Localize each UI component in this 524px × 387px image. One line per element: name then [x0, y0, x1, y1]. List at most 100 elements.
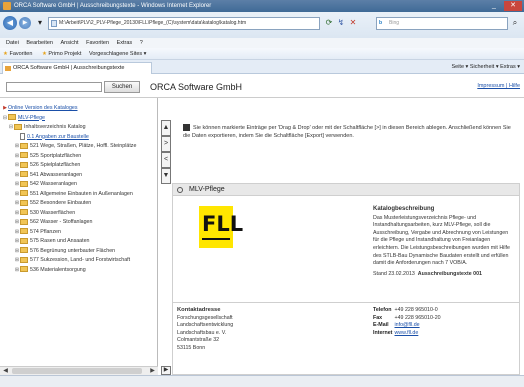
folder-icon: [20, 142, 28, 149]
tree-node[interactable]: ⊞ 526 Spielplatzflächen: [2, 161, 158, 171]
search-input[interactable]: b Bing: [376, 17, 508, 30]
document-icon: [20, 132, 25, 140]
folder-icon: [20, 256, 28, 263]
folder-icon: [20, 199, 28, 206]
tree-node[interactable]: ⊞ 541 Abwasseranlagen: [2, 171, 158, 181]
tree-node-label: 575 Rasen und Ansaaten: [30, 238, 90, 244]
menu-help[interactable]: ?: [140, 40, 143, 46]
window-titlebar: ORCA Software GmbH | Ausschreibungstexte…: [0, 0, 524, 12]
scroll-down-icon[interactable]: ▼: [161, 168, 171, 184]
tree-node[interactable]: ⊞ 525 Sportplatzflächen: [2, 152, 158, 162]
fav-item-sites[interactable]: Vorgeschlagene Sites ▾: [89, 51, 147, 57]
contact-section: Kontaktadresse Forschungsgesellschaft La…: [173, 302, 519, 351]
transfer-buttons: ▲ > < ▼ ▶: [160, 98, 172, 375]
scroll-left-icon[interactable]: ◀: [1, 367, 10, 375]
tree-node-label: 577 Sukzession, Land- und Forstwirtschaf…: [30, 257, 131, 263]
tab-favicon: [5, 66, 11, 71]
fax-value: +49 228 965010-20: [394, 314, 441, 321]
katalog-text: Das Musterleistungsverzeichnis Pflege- u…: [373, 214, 510, 267]
add-to-selection-button[interactable]: >: [161, 136, 171, 152]
close-window-button[interactable]: ✕: [504, 1, 522, 11]
back-icon[interactable]: ◀: [3, 16, 17, 30]
tree-node[interactable]: ⊞ 552 Besondere Einbauten: [2, 199, 158, 209]
tree-node-label: 542 Wasseranlagen: [30, 181, 77, 187]
folder-icon: [20, 247, 28, 254]
card-header[interactable]: MLV-Pflege: [173, 184, 519, 196]
tree-node[interactable]: ⊞ 542 Wasseranlagen: [2, 180, 158, 190]
drop-area-info: Sie können markierte Einträge per 'Drag …: [183, 124, 519, 140]
tree-node[interactable]: ⊟ MLV-Pflege: [2, 114, 158, 124]
tree-node-label: 530 Wasserflächen: [30, 209, 76, 216]
folder-icon: [8, 114, 16, 121]
tree-node-label: 562 Wasser - Stoffanlagen: [30, 219, 93, 225]
tree-node[interactable]: ⊞ 574 Pflanzen: [2, 228, 158, 238]
contact-address: Kontaktadresse Forschungsgesellschaft La…: [177, 307, 307, 353]
catalog-tree: ▶Online Version des Kataloges ⊟ MLV-Pflege…: [2, 104, 158, 275]
tree-node[interactable]: ⊞ 536 Materialentsorgung: [2, 266, 158, 276]
stand-date: 23.02.2013: [388, 270, 415, 277]
tree-node[interactable]: ⊟ Inhaltsverzeichnis Katalog: [2, 123, 158, 133]
menu-extras[interactable]: Extras: [117, 40, 133, 46]
menu-favoriten[interactable]: Favoriten: [86, 40, 109, 46]
tree-node-label: 552 Besondere Einbauten: [30, 200, 92, 206]
collapse-right-icon[interactable]: ▶: [161, 366, 171, 375]
fax-label: Fax: [373, 314, 383, 321]
tree-node-label: 576 Begrünung unterbauter Flächen: [30, 247, 116, 254]
tree-node[interactable]: ⊞ 551 Allgemeine Einbauten in Außenanlage…: [2, 190, 158, 200]
command-bar[interactable]: Seite ▾ Sicherheit ▾ Extras ▾: [451, 60, 520, 74]
tree-node[interactable]: 0.1 Angaben zur Baustelle: [2, 132, 158, 143]
menu-bar: Datei Bearbeiten Ansicht Favoriten Extra…: [0, 38, 524, 48]
tree-node[interactable]: ⊞ 562 Wasser - Stoffanlagen: [2, 218, 158, 228]
stop-icon[interactable]: ✕: [348, 18, 358, 28]
address-line: Landschaftsbau e. V.: [177, 329, 227, 336]
favorites-star-icon[interactable]: ★: [3, 51, 8, 57]
favorites-button[interactable]: Favoriten: [9, 51, 32, 57]
tree-node[interactable]: ⊞ 576 Begrünung unterbauter Flächen: [2, 247, 158, 257]
address-line: Colmantstraße 32: [177, 337, 220, 344]
ie-window-icon: [3, 2, 11, 10]
menu-ansicht[interactable]: Ansicht: [61, 40, 79, 46]
remove-from-selection-button[interactable]: <: [161, 152, 171, 168]
contact-details: Telefon +49 228 965010-0 Fax +49 228 965…: [373, 307, 519, 337]
scroll-up-icon[interactable]: ▲: [161, 120, 171, 136]
tree-node[interactable]: ⊞ 577 Sukzession, Land- und Forstwirtscha…: [2, 256, 158, 266]
tree-node-label: 521 Wege, Straßen, Plätze, Hoffl. Steinp…: [30, 143, 137, 149]
catalog-search-button[interactable]: Suchen: [104, 81, 140, 93]
fav-item-primo[interactable]: Primo Projekt: [48, 51, 81, 57]
forward-icon[interactable]: ▶: [19, 17, 31, 29]
folder-icon: [20, 152, 28, 159]
minimize-button[interactable]: _: [488, 1, 500, 11]
email-link[interactable]: info@fll.de: [394, 322, 419, 328]
menu-bearbeiten[interactable]: Bearbeiten: [26, 40, 53, 46]
catalog-description: Katalogbeschreibung Das Musterleistungsv…: [373, 206, 513, 278]
tree-node[interactable]: ⊞ 530 Wasserflächen: [2, 209, 158, 219]
arrow-circle-icon: [177, 187, 183, 193]
fll-logo-text: FLL: [202, 212, 244, 236]
dropdown-icon[interactable]: ▾: [35, 18, 45, 28]
tree-node[interactable]: ⊞ 521 Wege, Straßen, Plätze, Hoffl. Stein…: [2, 142, 158, 152]
web-label: Internet: [373, 329, 393, 336]
catalog-search-input[interactable]: [6, 82, 102, 92]
phone-label: Telefon: [373, 307, 392, 313]
tab-orca[interactable]: ORCA Software GmbH | Ausschreibungstexte: [2, 62, 152, 74]
folder-icon: [20, 218, 28, 225]
phone-value: +49 228 965010-0: [394, 307, 438, 313]
tree-node-label: Online Version des Kataloges: [8, 105, 78, 111]
tree-horizontal-scrollbar[interactable]: ◀ ▶: [0, 366, 158, 375]
menu-datei[interactable]: Datei: [6, 40, 19, 46]
website-link[interactable]: www.fll.de: [394, 330, 418, 336]
tree-node[interactable]: ▶Online Version des Kataloges: [2, 104, 158, 114]
compat-icon[interactable]: ↯: [336, 18, 346, 28]
add-favorite-icon[interactable]: ★: [42, 51, 47, 57]
impressum-hilfe-links[interactable]: Impressum | Hilfe: [477, 83, 520, 89]
scroll-thumb[interactable]: [12, 368, 142, 374]
search-icon[interactable]: ⌕: [510, 18, 520, 28]
url-input[interactable]: M:\Arbeit\PLV\2_PLV-Pflege_20130\FLL\Pfl…: [48, 17, 320, 30]
company-name: ORCA Software GmbH: [150, 82, 243, 92]
info-icon: [183, 124, 190, 132]
scroll-right-icon[interactable]: ▶: [148, 367, 157, 375]
refresh-icon[interactable]: ⟳: [324, 18, 334, 28]
stand-extra: Ausschreibungstexte 001: [417, 270, 482, 277]
contact-heading: Kontaktadresse: [177, 307, 221, 313]
tree-node[interactable]: ⊞ 575 Rasen und Ansaaten: [2, 237, 158, 247]
